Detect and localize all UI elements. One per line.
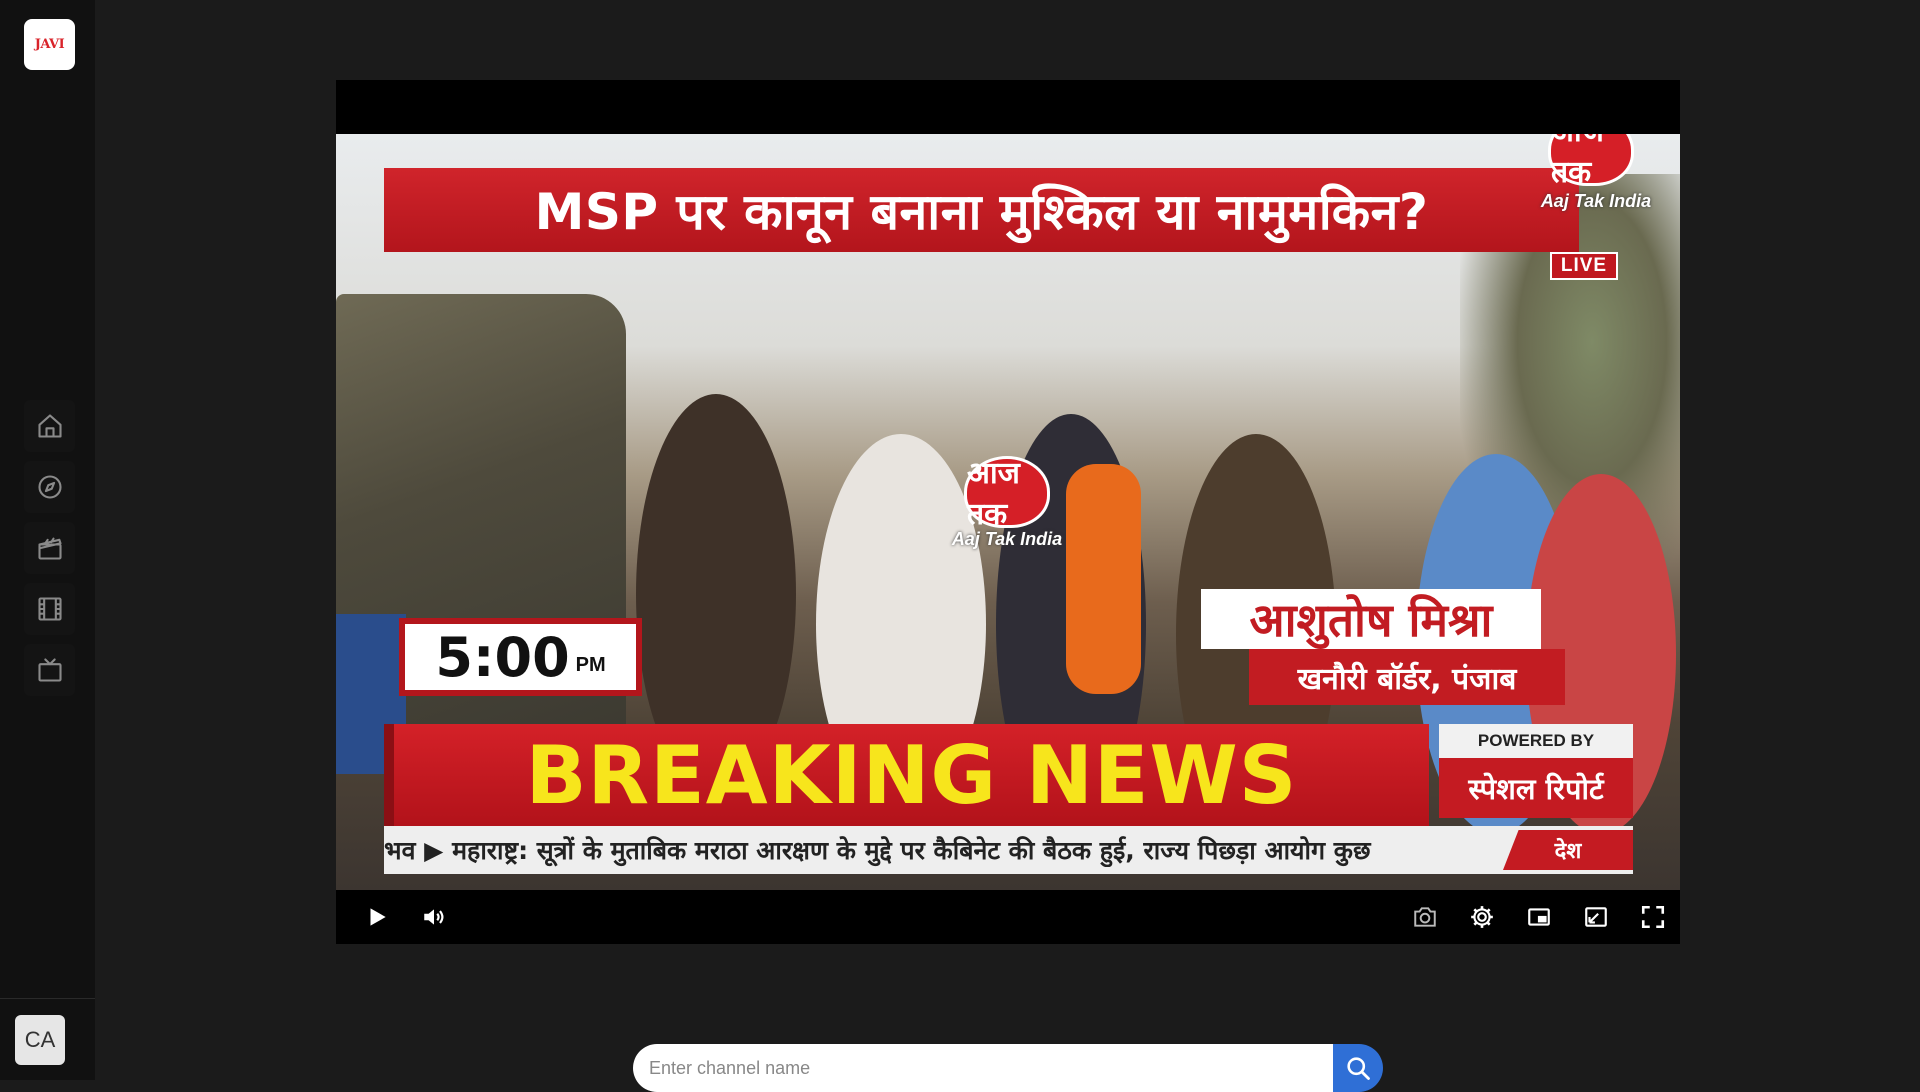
channel-logo-text: आज तक — [1551, 134, 1604, 190]
compass-icon — [37, 475, 62, 499]
sidebar-item-movies[interactable] — [24, 522, 75, 574]
resize-button[interactable] — [1579, 900, 1613, 934]
gear-icon — [1471, 906, 1493, 928]
live-badge: LIVE — [1550, 252, 1618, 280]
reporter-location-box: खनौरी बॉर्डर, पंजाब — [1249, 649, 1565, 705]
sidebar: JAVI CA — [0, 0, 95, 1080]
camera-icon — [1414, 907, 1436, 927]
channel-search — [633, 1044, 1383, 1092]
settings-button[interactable] — [1465, 900, 1499, 934]
tv-icon — [37, 658, 62, 682]
play-icon — [370, 908, 386, 926]
home-icon — [37, 414, 62, 438]
sidebar-item-tv[interactable] — [24, 644, 75, 696]
reporter-name-box: आशुतोष मिश्रा — [1201, 589, 1541, 649]
player-controls — [336, 890, 1680, 944]
time-suffix: PM — [575, 653, 606, 676]
fullscreen-icon — [1641, 905, 1665, 929]
powered-by-label: POWERED BY — [1439, 724, 1633, 758]
channel-logo-center: आज तक — [964, 456, 1050, 532]
clapperboard-icon — [37, 537, 62, 560]
sidebar-item-films[interactable] — [24, 583, 75, 635]
breaking-news-banner: BREAKING NEWS — [384, 724, 1429, 826]
ticker-text: भव ▶ महाराष्ट्र: सूत्रों के मुताबिक मराठ… — [384, 836, 1371, 865]
breaking-news-text: BREAKING NEWS — [525, 728, 1298, 822]
ticker-category: देश — [1503, 830, 1633, 870]
avatar-initials: CA — [24, 1027, 56, 1052]
video-scene-person — [1066, 464, 1141, 694]
film-icon — [37, 597, 62, 621]
sidebar-item-home[interactable] — [24, 400, 75, 452]
video-frame[interactable]: MSP पर कानून बनाना मुश्किल या नामुमकिन? … — [336, 134, 1680, 890]
sidebar-item-explore[interactable] — [24, 461, 75, 513]
watermark-center: Aaj Tak India — [951, 529, 1063, 549]
news-headline-text: MSP पर कानून बनाना मुश्किल या नामुमकिन? — [534, 183, 1429, 241]
news-headline: MSP पर कानून बनाना मुश्किल या नामुमकिन? — [384, 168, 1579, 252]
search-icon — [1347, 1057, 1370, 1080]
news-ticker: भव ▶ महाराष्ट्र: सूत्रों के मुताबिक मराठ… — [384, 826, 1633, 874]
watermark-top: Aaj Tak India — [1540, 191, 1652, 211]
resize-icon — [1585, 907, 1607, 927]
time-box: 5:00 PM — [399, 618, 642, 696]
snapshot-button[interactable] — [1408, 900, 1442, 934]
play-button[interactable] — [360, 900, 394, 934]
time-value: 5:00 — [435, 625, 570, 689]
app-logo[interactable]: JAVI — [24, 19, 75, 70]
picture-in-picture-icon — [1528, 908, 1550, 926]
reporter-location: खनौरी बॉर्डर, पंजाब — [1297, 661, 1517, 697]
fullscreen-button[interactable] — [1636, 900, 1670, 934]
channel-search-input[interactable] — [633, 1044, 1333, 1092]
picture-in-picture-button[interactable] — [1522, 900, 1556, 934]
video-player[interactable]: MSP पर कानून बनाना मुश्किल या नामुमकिन? … — [336, 80, 1680, 944]
channel-logo-text: आज तक — [967, 456, 1020, 532]
volume-button[interactable] — [417, 900, 451, 934]
sidebar-nav — [24, 400, 75, 705]
reporter-name: आशुतोष मिश्रा — [1249, 593, 1493, 647]
volume-icon — [424, 909, 444, 925]
app-logo-text: JAVI — [34, 37, 65, 52]
search-button[interactable] — [1333, 1044, 1383, 1092]
channel-logo-top: आज तक — [1548, 134, 1634, 190]
special-report-label: स्पेशल रिपोर्ट — [1439, 758, 1633, 818]
sidebar-divider — [0, 998, 95, 999]
avatar[interactable]: CA — [15, 1015, 65, 1065]
